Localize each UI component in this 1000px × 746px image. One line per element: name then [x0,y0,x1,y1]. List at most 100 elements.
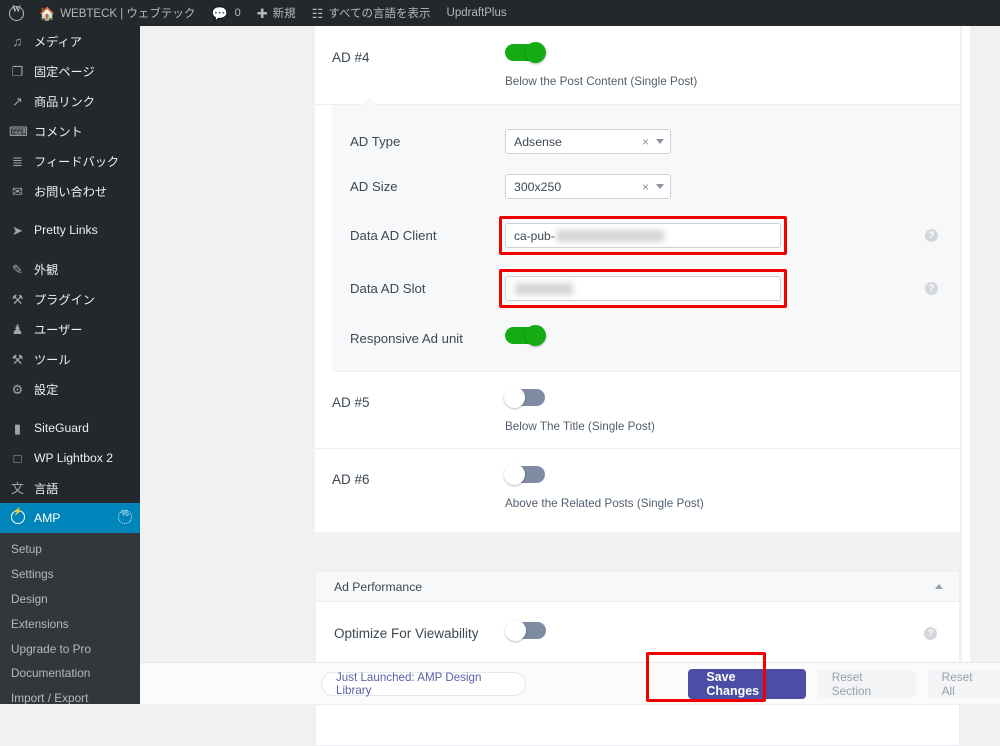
ad-performance-title: Ad Performance [334,580,422,594]
sidebar-item-7[interactable]: ✎外観 [0,254,140,284]
adminbar-comments[interactable]: 💬 0 [203,0,248,26]
responsive-ad-unit-toggle[interactable] [505,327,545,344]
caret-up-icon[interactable] [935,584,943,589]
sidebar-item-1[interactable]: ❐ 固定ページ [0,56,140,86]
pages-icon: ❐ [9,65,26,78]
ad6-toggle-knob [504,464,525,485]
ad-size-select[interactable]: 300x250 × [505,174,671,199]
translate-icon: ☷ [312,7,324,20]
adminbar-updraft-label: UpdraftPlus [447,7,507,19]
plus-icon: ✚ [257,7,268,20]
sidebar-item-8[interactable]: ⚒ プラグイン [0,284,140,314]
data-ad-slot-redacted-value [515,283,573,295]
sidebar-item-label: Pretty Links [34,223,98,237]
ad4-row: AD #4 Below the Post Content (Single Pos… [315,26,960,105]
mail-icon: ✉ [9,185,26,198]
sidebar-item-11[interactable]: ⚙設定 [0,374,140,404]
wp-admin-bar: 🏠 WEBTECK | ウェブテック 💬 0 ✚ 新規 ☷ すべての言語を表示 … [0,0,1000,26]
amp-submenu-item-0[interactable]: Setup [0,537,140,562]
amp-ads-settings-panel: AD #4 Below the Post Content (Single Pos… [315,26,960,532]
optimize-viewability-label: Optimize For Viewability [316,626,506,641]
chevron-down-icon[interactable] [656,139,664,144]
tools-icon: ⚒ [9,353,26,366]
optimize-viewability-toggle[interactable] [506,622,546,639]
ad6-toggle[interactable] [505,466,545,483]
sidebar-item-label: 言語 [34,479,58,497]
media-icon: ♫ [9,35,26,48]
adminbar-show-all-languages[interactable]: ☷ すべての言語を表示 [304,0,439,26]
clear-x-icon[interactable]: × [642,135,649,149]
sidebar-item-10[interactable]: ⚒ ツール [0,344,140,374]
settings-action-bar: Just Launched: AMP Design Library Save C… [140,662,1000,704]
ad5-control: Below The Title (Single Post) [505,389,960,433]
comment-bubble-icon: 💬 [211,7,227,20]
reset-section-button[interactable]: Reset Section [818,670,916,698]
sidebar-item-amp[interactable]: AMP [0,503,140,533]
adminbar-site-name[interactable]: 🏠 WEBTECK | ウェブテック [31,0,203,26]
general-body [316,705,959,745]
sidebar-item-5[interactable]: ✉お問い合わせ [0,176,140,206]
sidebar-item-2[interactable]: ↗ 商品リンク [0,86,140,116]
amp-submenu-item-6[interactable]: Import / Export [0,686,140,704]
pretty-links-icon: ➤ [9,224,26,237]
design-library-pill-label: Just Launched: AMP Design Library [336,671,511,697]
sidebar-item-12[interactable]: ▮SiteGuard [0,413,140,443]
settings-icon: ⚙ [9,383,26,396]
sidebar-item-3[interactable]: ⌨コメント [0,116,140,146]
admin-sidebar-menu: ♫メディア ❐ 固定ページ ↗ 商品リンク ⌨コメント≣フィードバック✉お問い合わせ ➤ Pr… [0,26,140,704]
help-question-icon[interactable]: ? [925,229,938,242]
data-ad-slot-input[interactable] [505,276,781,301]
sidebar-item-13[interactable]: □WP Lightbox 2 [0,443,140,473]
amp-submenu-item-2[interactable]: Design [0,587,140,612]
wordpress-logo-icon [9,6,24,21]
sidebar-item-9[interactable]: ♟ユーザー [0,314,140,344]
sidebar-item-label: 商品リンク [34,92,95,110]
sidebar-item-label: ツール [34,350,71,368]
ad-performance-card: Ad Performance Optimize For Viewability … [315,571,960,665]
amp-submenu-item-1[interactable]: Settings [0,562,140,587]
adminbar-new-content[interactable]: ✚ 新規 [249,0,304,26]
siteguard-icon: ▮ [9,422,26,435]
sidebar-item-label: 固定ページ [34,62,95,80]
ad5-label: AD #5 [315,389,505,410]
sidebar-item-6[interactable]: ➤ Pretty Links [0,215,140,245]
ad6-row: AD #6 Above the Related Posts (Single Po… [315,449,960,532]
data-ad-client-redacted-value [556,230,664,242]
data-ad-client-input[interactable]: ca-pub- [505,223,781,248]
ad5-toggle-knob [504,387,525,408]
plugins-icon: ⚒ [9,293,26,306]
adminbar-updraftplus[interactable]: UpdraftPlus [439,0,515,26]
adminbar-translate-label: すべての言語を表示 [328,5,430,21]
save-changes-button[interactable]: Save Changes [688,669,805,699]
responsive-ad-unit-row: Responsive Ad unit [332,315,960,355]
help-question-icon[interactable]: ? [925,282,938,295]
sidebar-item-14[interactable]: 文言語 [0,473,140,503]
ad-type-select[interactable]: Adsense × [505,129,671,154]
design-library-pill[interactable]: Just Launched: AMP Design Library [321,672,526,696]
sidebar-item-label: プラグイン [34,290,95,308]
ad-performance-header[interactable]: Ad Performance [316,572,959,602]
ad5-toggle[interactable] [505,389,545,406]
ad-size-row: AD Size 300x250 × [332,164,960,209]
amp-submenu-item-3[interactable]: Extensions [0,612,140,637]
adminbar-new-label: 新規 [273,5,296,21]
reset-all-button[interactable]: Reset All [928,670,1000,698]
amp-submenu-item-5[interactable]: Documentation [0,661,140,686]
responsive-ad-unit-control [505,327,960,349]
product-link-icon: ↗ [9,95,26,108]
ad4-toggle[interactable] [505,44,545,61]
sidebar-item-4[interactable]: ≣フィードバック [0,146,140,176]
adminbar-wordpress-logo[interactable] [0,0,31,26]
ad4-toggle-knob [525,42,546,63]
clear-x-icon[interactable]: × [642,180,649,194]
content-scrollbar[interactable] [962,26,970,704]
sidebar-item-0[interactable]: ♫メディア [0,26,140,56]
chevron-down-icon[interactable] [656,184,664,189]
ad4-label: AD #4 [315,44,505,65]
amp-submenu-item-4[interactable]: Upgrade to Pro [0,637,140,662]
ad-type-row: AD Type Adsense × [332,119,960,164]
data-ad-client-row: Data AD Client ca-pub- ? [332,209,960,262]
lightbox-icon: □ [9,452,26,465]
responsive-ad-unit-toggle-knob [525,325,546,346]
help-question-icon[interactable]: ? [924,627,937,640]
